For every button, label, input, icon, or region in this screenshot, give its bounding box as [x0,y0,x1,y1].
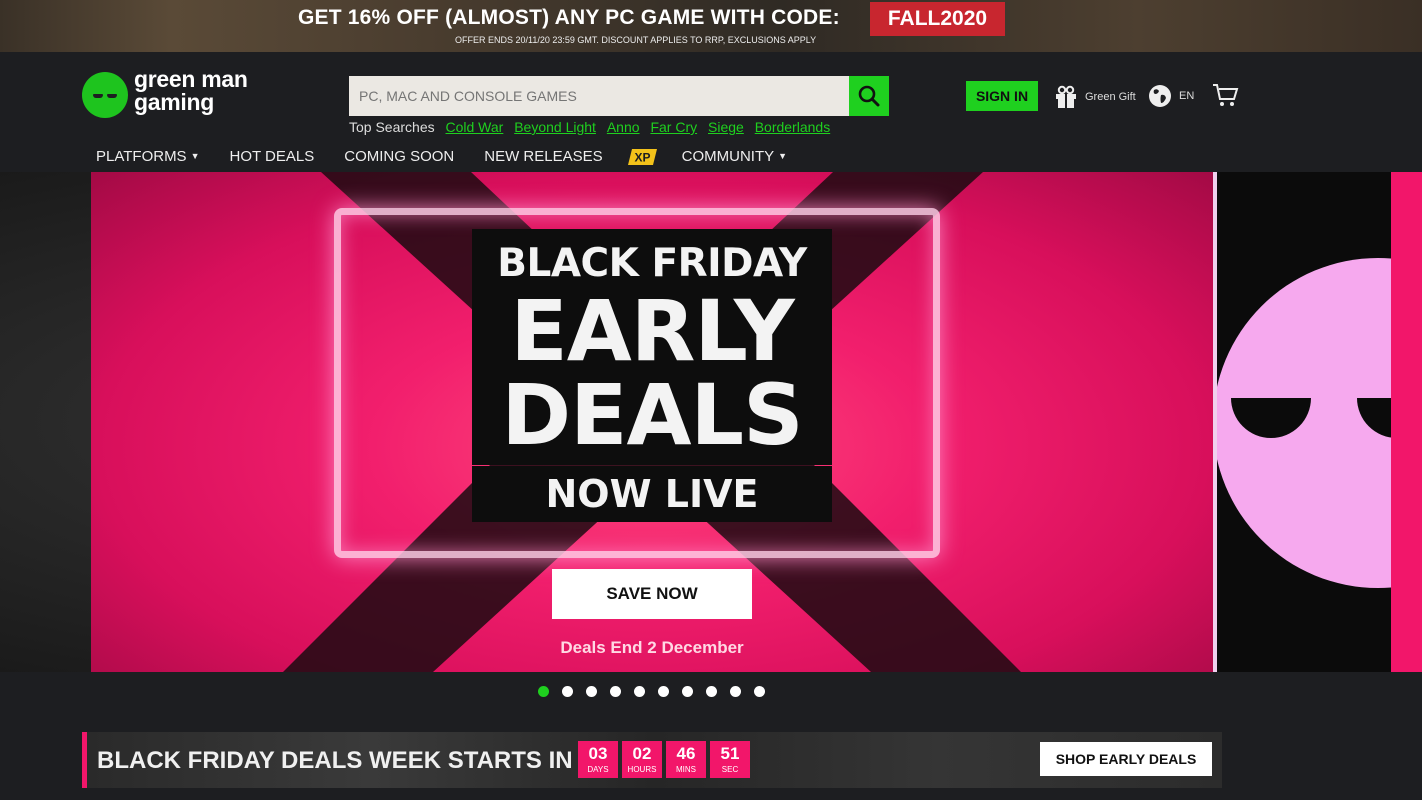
language-selector[interactable]: EN [1148,84,1194,108]
countdown-hours-label: HOURS [627,765,657,774]
carousel-dot[interactable] [586,686,597,697]
next-slide-edge[interactable] [1391,172,1422,672]
top-search-link[interactable]: Borderlands [755,119,831,135]
carousel-dot[interactable] [610,686,621,697]
site-header: green man gaming Top Searches Cold War B… [0,52,1422,172]
nav-platforms-label: PLATFORMS [96,148,187,165]
search-input[interactable] [349,76,849,116]
top-search-link[interactable]: Siege [708,119,744,135]
caret-down-icon: ▼ [190,151,200,161]
nav-coming-soon[interactable]: COMING SOON [344,148,454,165]
main-nav: PLATFORMS ▼ HOT DEALS COMING SOON NEW REL… [96,148,817,165]
green-gift-link[interactable]: Green Gift [1053,84,1136,110]
top-search-link[interactable]: Beyond Light [514,119,596,135]
logo-mark-icon [82,72,128,118]
caret-down-icon: ▼ [778,151,788,161]
now-live-box: NOW LIVE [472,466,832,522]
carousel-dot[interactable] [706,686,717,697]
countdown-hours-value: 02 [632,744,652,763]
cart-icon [1213,84,1239,106]
top-search-link[interactable]: Far Cry [650,119,697,135]
cart-button[interactable] [1212,83,1239,113]
sign-in-button[interactable]: SIGN IN [966,81,1038,111]
language-label: EN [1179,90,1195,102]
promo-banner[interactable]: GET 16% OFF (ALMOST) ANY PC GAME WITH CO… [0,0,1422,52]
nav-xp[interactable]: XP [627,148,657,165]
hero-line-2: EARLY [510,282,794,380]
top-search-link[interactable]: Anno [607,119,640,135]
carousel-dots [538,686,778,697]
search-icon [858,85,880,107]
promo-subtext: OFFER ENDS 20/11/20 23:59 GMT. DISCOUNT … [455,35,817,45]
headline-box: BLACK FRIDAY EARLY DEALS [472,229,832,465]
deals-end-text: Deals End 2 December [560,638,744,657]
carousel-dot[interactable] [538,686,549,697]
countdown-sec: 51 SEC [710,741,750,778]
countdown-title: BLACK FRIDAY DEALS WEEK STARTS IN [97,747,573,774]
countdown-days-value: 03 [588,744,608,763]
top-search-link[interactable]: Cold War [446,119,504,135]
nav-new-releases[interactable]: NEW RELEASES [484,148,602,165]
top-searches-label: Top Searches [349,119,435,135]
save-now-button[interactable]: SAVE NOW [552,569,752,619]
promo-headline: GET 16% OFF (ALMOST) ANY PC GAME WITH CO… [298,6,840,29]
hero-slide[interactable]: BLACK FRIDAY EARLY DEALS NOW LIVE SAVE N… [91,172,1213,672]
carousel-dot[interactable] [730,686,741,697]
logo-line-1: green man [134,66,248,92]
search-button[interactable] [849,76,889,116]
countdown-days: 03 DAYS [578,741,618,778]
logo-text: green man gaming [134,68,248,114]
countdown-mins-value: 46 [676,744,696,763]
promo-code: FALL2020 [870,2,1005,36]
nav-community-label: COMMUNITY [681,148,775,165]
gift-icon [1056,85,1076,108]
countdown-days-label: DAYS [587,765,609,774]
globe-icon [1149,85,1171,107]
next-slide-preview[interactable] [1213,172,1391,672]
nav-platforms[interactable]: PLATFORMS ▼ [96,148,200,165]
green-gift-label: Green Gift [1085,91,1136,103]
hero-line-4: NOW LIVE [545,472,759,516]
countdown-hours: 02 HOURS [622,741,662,778]
countdown-sec-value: 51 [720,744,740,763]
xp-label: XP [634,150,650,164]
carousel-dot[interactable] [634,686,645,697]
nav-hot-deals[interactable]: HOT DEALS [230,148,315,165]
countdown-banner: BLACK FRIDAY DEALS WEEK STARTS IN 03 DAY… [82,732,1222,788]
carousel-dot[interactable] [658,686,669,697]
nav-community[interactable]: COMMUNITY ▼ [682,148,787,165]
logo-line-2: gaming [134,89,214,115]
carousel-dot[interactable] [754,686,765,697]
carousel-dot[interactable] [562,686,573,697]
hero-line-3: DEALS [501,366,803,464]
xp-icon: XP [627,148,657,165]
countdown-mins: 46 MINS [666,741,706,778]
countdown-mins-label: MINS [676,765,696,774]
carousel-dot[interactable] [682,686,693,697]
top-searches: Top Searches Cold War Beyond Light Anno … [349,119,830,135]
countdown-sec-label: SEC [721,765,739,774]
site-logo[interactable]: green man gaming [82,68,282,120]
shop-early-deals-button[interactable]: SHOP EARLY DEALS [1040,742,1212,776]
